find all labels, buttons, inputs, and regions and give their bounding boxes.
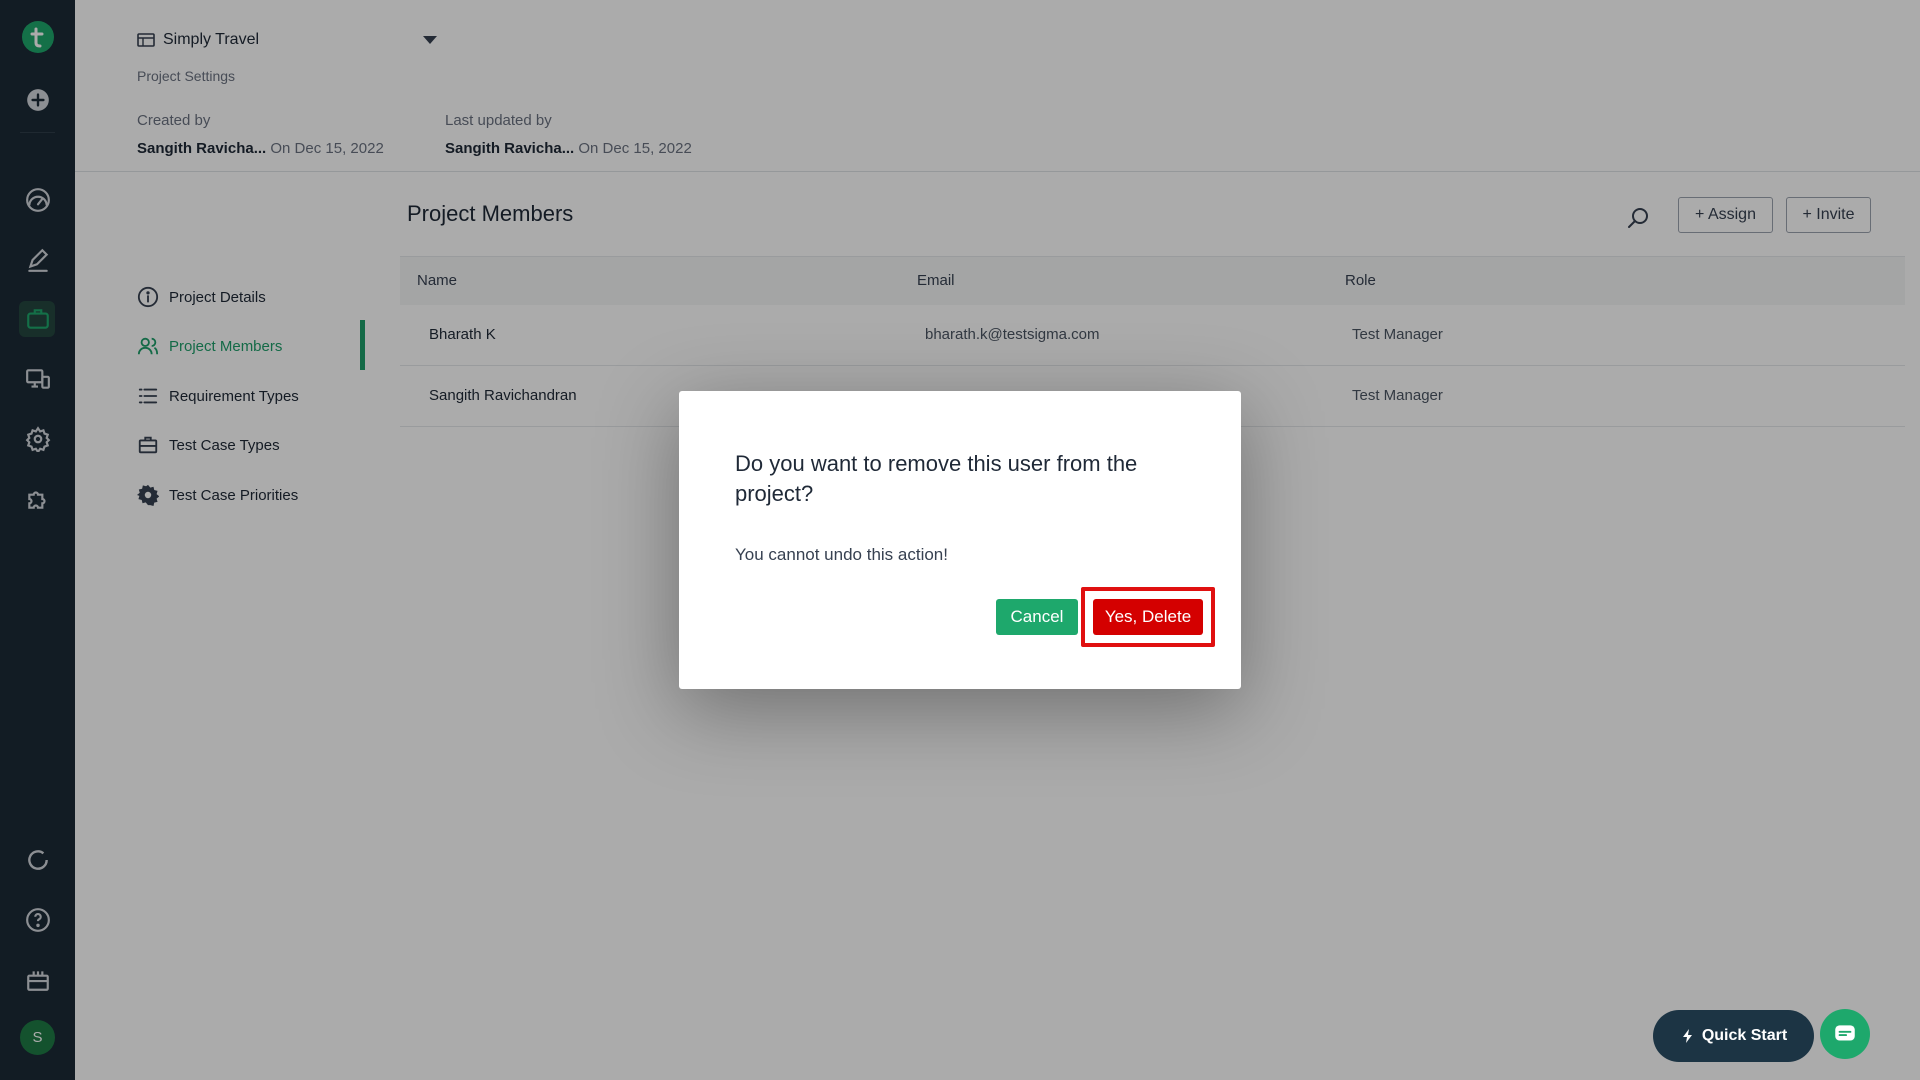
dialog-title: Do you want to remove this user from the… bbox=[735, 451, 1138, 506]
chat-button[interactable] bbox=[1820, 1009, 1870, 1059]
remove-user-dialog: Do you want to remove this user from the… bbox=[679, 391, 1241, 689]
dialog-message: You cannot undo this action! bbox=[735, 545, 948, 564]
cancel-button[interactable]: Cancel bbox=[996, 599, 1078, 635]
chat-icon bbox=[1835, 1025, 1855, 1041]
lightning-icon bbox=[1682, 1029, 1692, 1043]
quick-start-label: Quick Start bbox=[1701, 1027, 1788, 1044]
quick-start-button[interactable]: Quick Start bbox=[1653, 1010, 1814, 1062]
highlight-box: Yes, Delete bbox=[1081, 587, 1215, 647]
confirm-delete-button[interactable]: Yes, Delete bbox=[1093, 599, 1203, 635]
